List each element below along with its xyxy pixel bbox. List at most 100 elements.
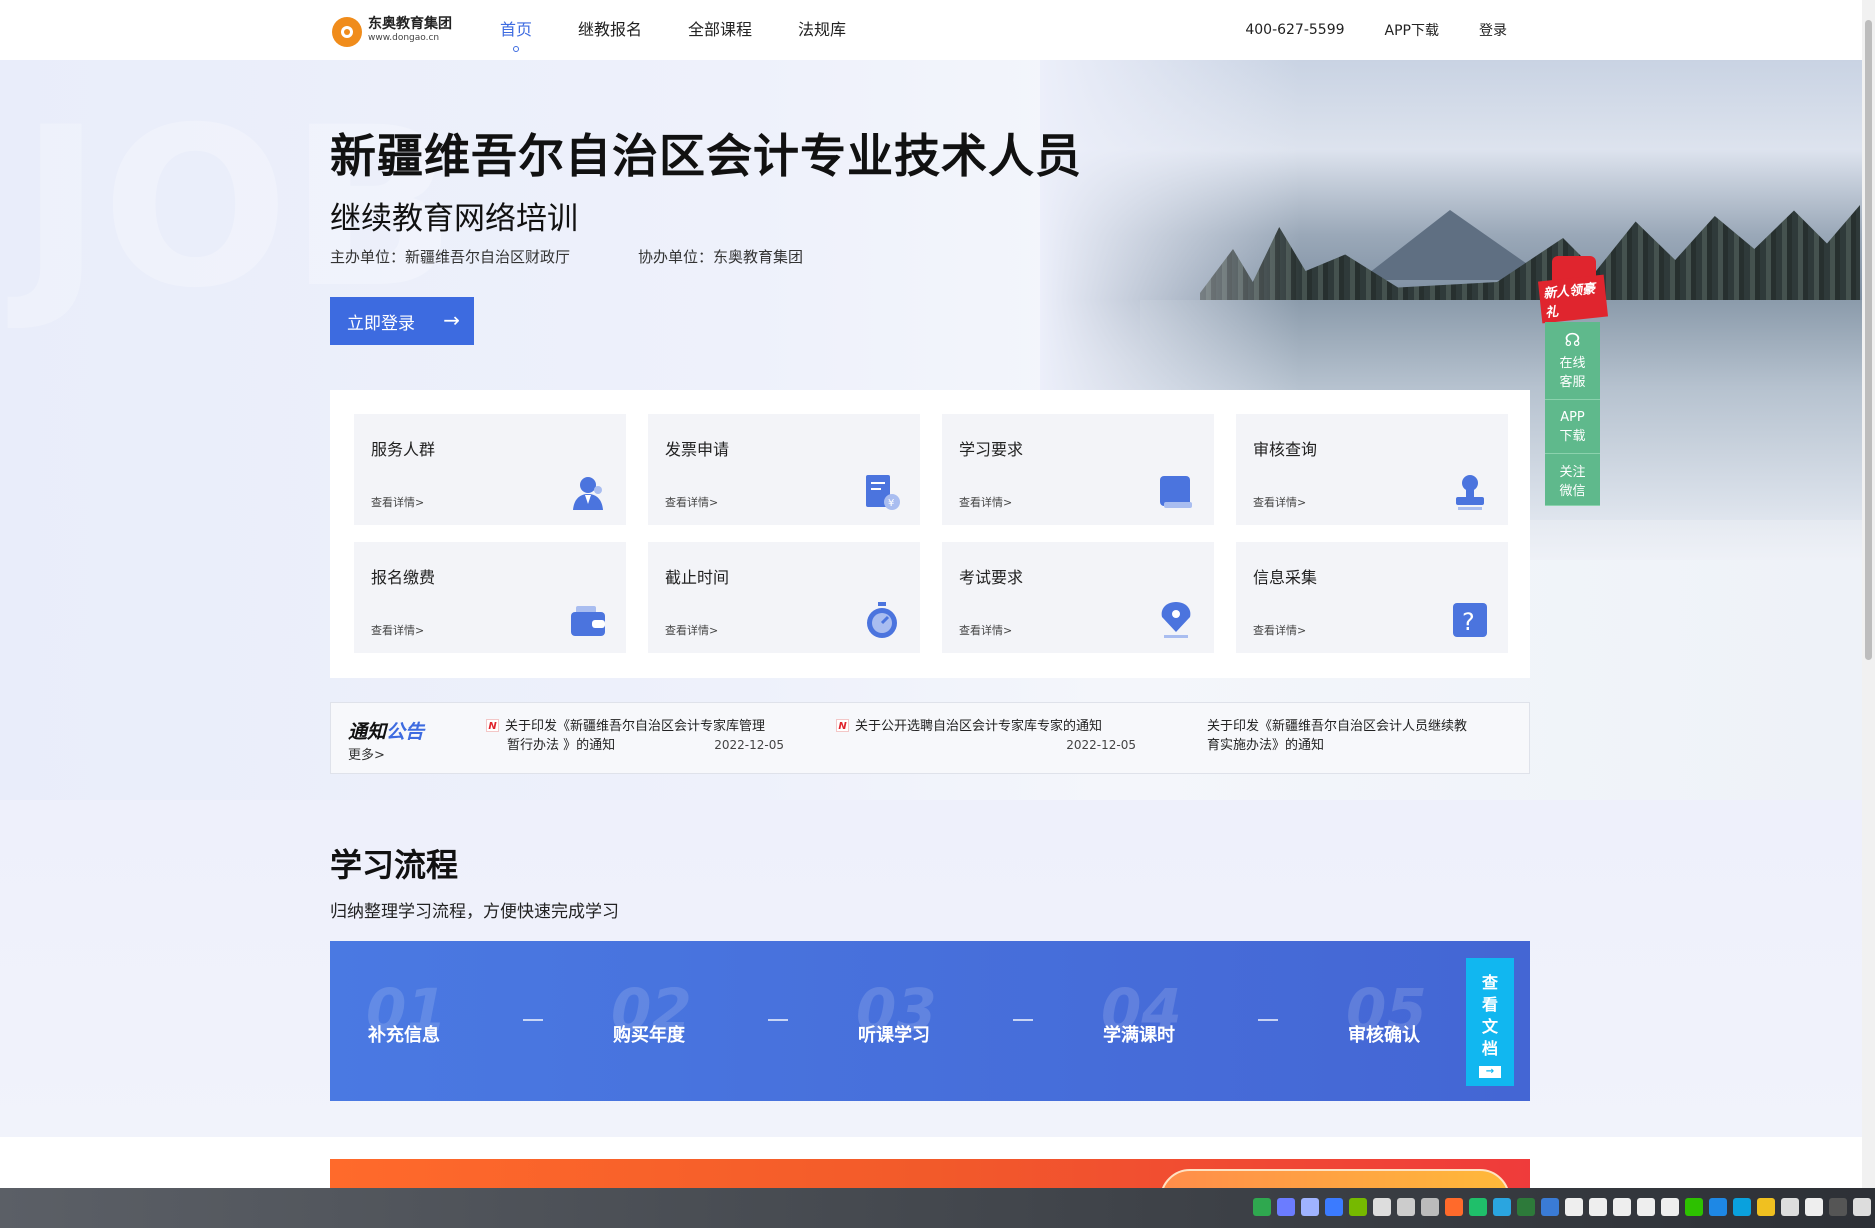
card-title: 学习要求 — [959, 440, 1024, 459]
side-label: 客服 — [1559, 374, 1586, 390]
process-step: 03 听课学习 — [856, 981, 1016, 1046]
card-title: 发票申请 — [665, 440, 730, 459]
new-badge: N — [486, 719, 499, 732]
step-label: 审核确认 — [1348, 1025, 1420, 1046]
new-badge: N — [836, 719, 849, 732]
shield-tray-icon[interactable] — [1325, 1198, 1343, 1216]
tray-icon[interactable] — [1373, 1198, 1391, 1216]
qq-tray-icon[interactable] — [1661, 1198, 1679, 1216]
stamp-icon — [1456, 475, 1484, 510]
system-tray — [1247, 1198, 1871, 1216]
login-now-label: 立即登录 — [347, 313, 415, 334]
card-more-link[interactable]: 查看详情> — [959, 622, 1012, 638]
service-card[interactable]: 考试要求 查看详情> — [942, 542, 1214, 653]
process-step: 01 补充信息 — [366, 981, 526, 1046]
nav-item-courses[interactable]: 全部课程 — [688, 0, 752, 60]
qq-tray-icon[interactable] — [1589, 1198, 1607, 1216]
process-step: 04 学满课时 — [1101, 981, 1261, 1046]
login-now-button[interactable]: 立即登录 → — [330, 297, 474, 345]
tray-icon[interactable] — [1853, 1198, 1871, 1216]
nvidia-tray-icon[interactable] — [1349, 1198, 1367, 1216]
co-organizer: 协办单位：东奥教育集团 — [638, 248, 804, 266]
login-link[interactable]: 登录 — [1479, 20, 1507, 40]
tray-icon[interactable] — [1517, 1198, 1535, 1216]
card-more-link[interactable]: 查看详情> — [1253, 494, 1306, 510]
tray-icon[interactable] — [1733, 1198, 1751, 1216]
discord-tray-icon[interactable] — [1277, 1198, 1295, 1216]
qq-tray-icon[interactable] — [1613, 1198, 1631, 1216]
tray-icon[interactable] — [1805, 1198, 1823, 1216]
card-more-link[interactable]: 查看详情> — [371, 494, 424, 510]
page-scrollbar[interactable] — [1862, 0, 1875, 1188]
logo-url: www.dongao.cn — [368, 33, 440, 43]
logo[interactable]: 东奥教育集团 www.dongao.cn — [330, 12, 460, 48]
hotline: 400-627-5599 — [1245, 22, 1345, 38]
follow-wechat-button[interactable]: 关注 微信 — [1545, 454, 1600, 506]
card-more-link[interactable]: 查看详情> — [665, 622, 718, 638]
arrow-right-icon — [1013, 1019, 1033, 1021]
scrollbar-thumb[interactable] — [1865, 20, 1872, 660]
service-card[interactable]: 审核查询 查看详情> — [1236, 414, 1508, 525]
view-docs-button[interactable]: 查 看 文 档 → — [1466, 958, 1514, 1086]
process-title: 学习流程 — [330, 846, 459, 884]
tray-icon[interactable] — [1397, 1198, 1415, 1216]
main-nav: 首页 继教报名 全部课程 法规库 — [500, 0, 892, 60]
service-card[interactable]: 报名缴费 查看详情> — [354, 542, 626, 653]
service-card[interactable]: 信息采集 查看详情> ? — [1236, 542, 1508, 653]
tray-icon[interactable] — [1445, 1198, 1463, 1216]
tray-icon[interactable] — [1709, 1198, 1727, 1216]
doc-label: 文 — [1481, 1017, 1498, 1036]
side-label: 微信 — [1559, 483, 1586, 499]
notice-item[interactable]: N 关于印发《新疆维吾尔自治区会计专家库管理 暂行办法 》的通知 2022-12-… — [486, 717, 784, 755]
active-indicator-icon — [513, 46, 519, 52]
bluetooth-tray-icon[interactable] — [1541, 1198, 1559, 1216]
app-tray-icon[interactable] — [1253, 1198, 1271, 1216]
logo-name: 东奥教育集团 — [368, 16, 452, 32]
card-more-link[interactable]: 查看详情> — [665, 494, 718, 510]
service-card[interactable]: 发票申请 查看详情> ¥ — [648, 414, 920, 525]
telegram-tray-icon[interactable] — [1493, 1198, 1511, 1216]
tray-icon[interactable] — [1829, 1198, 1847, 1216]
nav-item-regulations[interactable]: 法规库 — [798, 0, 846, 60]
nav-label: 继教报名 — [578, 20, 643, 39]
process-subtitle: 归纳整理学习流程，方便快速完成学习 — [330, 902, 619, 922]
nav-label: 首页 — [500, 20, 533, 39]
floating-sidebar: ☊ 在线 客服 APP 下载 关注 微信 — [1545, 322, 1600, 506]
card-title: 审核查询 — [1253, 440, 1318, 459]
arrow-right-icon: → — [1479, 1066, 1501, 1078]
process-step: 02 购买年度 — [611, 981, 771, 1046]
card-more-link[interactable]: 查看详情> — [959, 494, 1012, 510]
service-card[interactable]: 服务人群 查看详情> — [354, 414, 626, 525]
notice-item[interactable]: N 关于公开选聘自治区会计专家库专家的通知 2022-12-05 — [836, 717, 1136, 752]
tray-icon[interactable] — [1301, 1198, 1319, 1216]
app-download-button[interactable]: APP 下载 — [1545, 400, 1600, 454]
tray-icon[interactable] — [1469, 1198, 1487, 1216]
side-label: 关注 — [1559, 464, 1586, 480]
os-taskbar — [0, 1188, 1875, 1228]
card-more-link[interactable]: 查看详情> — [371, 622, 424, 638]
notice-item[interactable]: 关于印发《新疆维吾尔自治区会计人员继续教 育实施办法》的通知 — [1207, 717, 1507, 755]
service-card[interactable]: 截止时间 查看详情> — [648, 542, 920, 653]
nav-item-registration[interactable]: 继教报名 — [578, 0, 642, 60]
qq-tray-icon[interactable] — [1637, 1198, 1655, 1216]
notice-more-link[interactable]: 更多> — [348, 744, 385, 763]
notice-heading: 通知公告 — [348, 717, 424, 744]
wechat-tray-icon[interactable] — [1685, 1198, 1703, 1216]
online-service-button[interactable]: ☊ 在线 客服 — [1545, 322, 1600, 400]
new-user-gift[interactable]: 新人领豪礼 — [1537, 250, 1609, 324]
app-download-link[interactable]: APP下载 — [1385, 20, 1439, 40]
nav-item-home[interactable]: 首页 — [500, 0, 532, 60]
notice-text: 育实施办法》的通知 — [1207, 738, 1325, 753]
qq-tray-icon[interactable] — [1565, 1198, 1583, 1216]
step-label: 补充信息 — [368, 1025, 440, 1046]
card-more-link[interactable]: 查看详情> — [1253, 622, 1306, 638]
side-label: 在线 — [1559, 355, 1586, 371]
arrow-right-icon: → — [443, 308, 460, 332]
tray-icon[interactable] — [1421, 1198, 1439, 1216]
header-actions: 400-627-5599 APP下载 登录 — [1205, 0, 1507, 60]
tray-icon[interactable] — [1781, 1198, 1799, 1216]
notice-text: 关于公开选聘自治区会计专家库专家的通知 — [855, 719, 1103, 734]
service-card[interactable]: 学习要求 查看详情> — [942, 414, 1214, 525]
tray-icon[interactable] — [1757, 1198, 1775, 1216]
user-badge-icon — [573, 477, 603, 510]
